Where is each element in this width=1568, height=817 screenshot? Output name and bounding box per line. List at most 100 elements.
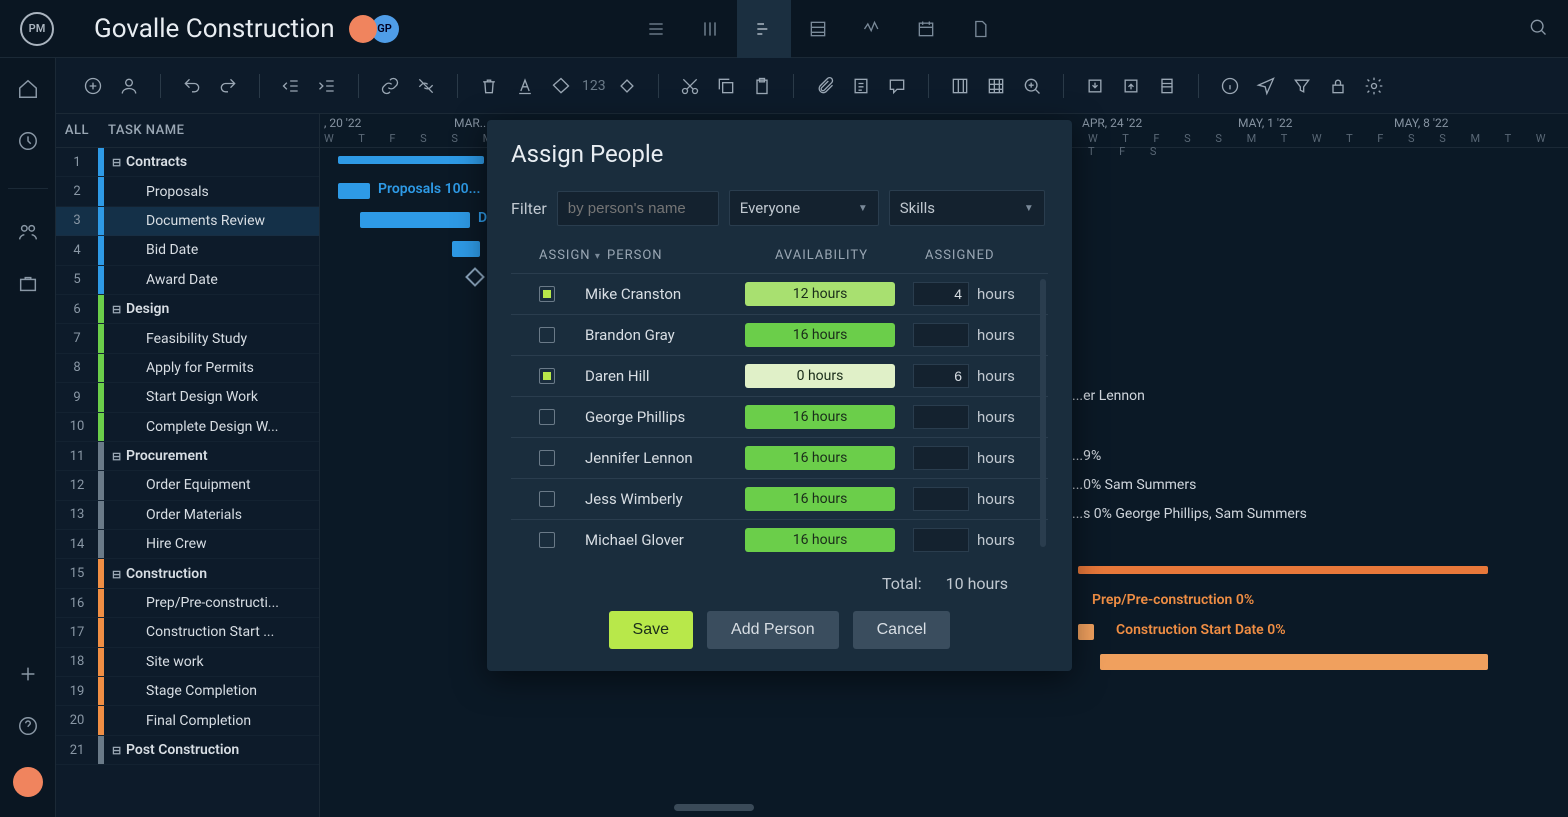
delete-icon[interactable] [474, 71, 504, 101]
collapse-icon[interactable]: ⊟ [112, 156, 124, 169]
col-assigned[interactable]: ASSIGNED [925, 248, 995, 263]
task-row[interactable]: 5Award Date [56, 266, 319, 295]
collapse-icon[interactable]: ⊟ [112, 450, 124, 463]
tag-icon[interactable] [546, 71, 576, 101]
send-icon[interactable] [1251, 71, 1281, 101]
link-icon[interactable] [375, 71, 405, 101]
print-icon[interactable] [1152, 71, 1182, 101]
task-row[interactable]: 1⊟Contracts [56, 148, 319, 177]
lock-icon[interactable] [1323, 71, 1353, 101]
task-row[interactable]: 17Construction Start ... [56, 618, 319, 647]
col-task-name[interactable]: TASK NAME [98, 123, 184, 138]
text-color-icon[interactable] [510, 71, 540, 101]
filter-icon[interactable] [1287, 71, 1317, 101]
view-dashboard-icon[interactable] [845, 0, 899, 58]
view-file-icon[interactable] [953, 0, 1007, 58]
export-icon[interactable] [1116, 71, 1146, 101]
filter-name-input[interactable] [557, 191, 719, 226]
project-members[interactable]: GP [355, 15, 399, 43]
cancel-button[interactable]: Cancel [853, 611, 951, 649]
task-row[interactable]: 16Prep/Pre-constructi... [56, 589, 319, 618]
milestone-icon[interactable] [612, 71, 642, 101]
assigned-hours-input[interactable] [913, 282, 969, 306]
undo-icon[interactable] [177, 71, 207, 101]
task-row[interactable]: 12Order Equipment [56, 471, 319, 500]
task-row[interactable]: 6⊟Design [56, 295, 319, 324]
task-row[interactable]: 21⊟Post Construction [56, 736, 319, 765]
user-avatar-icon[interactable] [13, 767, 43, 797]
info-icon[interactable] [1215, 71, 1245, 101]
assigned-hours-input[interactable] [913, 364, 969, 388]
view-gantt-icon[interactable] [737, 0, 791, 58]
global-search-icon[interactable] [1528, 17, 1548, 41]
task-row[interactable]: 13Order Materials [56, 501, 319, 530]
col-assign[interactable]: ASSIGN ▾ [539, 248, 607, 263]
comment-icon[interactable] [882, 71, 912, 101]
task-row[interactable]: 11⊟Procurement [56, 442, 319, 471]
collapse-icon[interactable]: ⊟ [112, 744, 124, 757]
scrollbar[interactable] [1040, 279, 1046, 547]
task-row[interactable]: 7Feasibility Study [56, 324, 319, 353]
import-icon[interactable] [1080, 71, 1110, 101]
gantt-bar-proposals[interactable] [338, 183, 370, 199]
unlink-icon[interactable] [411, 71, 441, 101]
collapse-icon[interactable]: ⊟ [112, 303, 124, 316]
attachment-icon[interactable] [810, 71, 840, 101]
task-row[interactable]: 15⊟Construction [56, 559, 319, 588]
help-icon[interactable] [17, 715, 39, 741]
view-calendar-icon[interactable] [899, 0, 953, 58]
filter-skills-select[interactable]: Skills ▼ [889, 190, 1045, 226]
grid-icon[interactable] [981, 71, 1011, 101]
filter-scope-select[interactable]: Everyone ▼ [729, 190, 879, 226]
task-row[interactable]: 8Apply for Permits [56, 354, 319, 383]
copy-icon[interactable] [711, 71, 741, 101]
col-person[interactable]: PERSON [607, 248, 775, 263]
recent-icon[interactable] [17, 130, 39, 156]
task-row[interactable]: 9Start Design Work [56, 383, 319, 412]
task-row[interactable]: 10Complete Design W... [56, 413, 319, 442]
paste-icon[interactable] [747, 71, 777, 101]
add-person-button[interactable]: Add Person [707, 611, 839, 649]
horizontal-scrollbar[interactable] [674, 804, 754, 811]
team-icon[interactable] [17, 221, 39, 247]
assign-checkbox[interactable] [539, 368, 555, 384]
assign-checkbox[interactable] [539, 450, 555, 466]
indent-icon[interactable] [312, 71, 342, 101]
view-board-icon[interactable] [683, 0, 737, 58]
task-row[interactable]: 18Site work [56, 648, 319, 677]
col-availability[interactable]: AVAILABILITY [775, 248, 925, 263]
assigned-hours-input[interactable] [913, 323, 969, 347]
gantt-bar-construction[interactable] [1078, 566, 1488, 574]
columns-icon[interactable] [945, 71, 975, 101]
milestone-diamond-icon[interactable] [465, 267, 485, 287]
assigned-hours-input[interactable] [913, 487, 969, 511]
assigned-hours-input[interactable] [913, 528, 969, 552]
assign-checkbox[interactable] [539, 532, 555, 548]
task-row[interactable]: 14Hire Crew [56, 530, 319, 559]
task-row[interactable]: 19Stage Completion [56, 677, 319, 706]
portfolio-icon[interactable] [17, 273, 39, 299]
add-icon[interactable] [17, 663, 39, 689]
zoom-icon[interactable] [1017, 71, 1047, 101]
gantt-bar-biddate[interactable] [452, 241, 480, 257]
save-button[interactable]: Save [609, 611, 693, 649]
notes-icon[interactable] [846, 71, 876, 101]
task-row[interactable]: 4Bid Date [56, 236, 319, 265]
app-logo[interactable]: PM [20, 12, 54, 46]
task-row[interactable]: 2Proposals [56, 177, 319, 206]
assign-checkbox[interactable] [539, 286, 555, 302]
task-row[interactable]: 3Documents Review [56, 207, 319, 236]
collapse-icon[interactable]: ⊟ [112, 568, 124, 581]
gantt-bar-documents[interactable] [360, 212, 470, 228]
task-row[interactable]: 20Final Completion [56, 706, 319, 735]
redo-icon[interactable] [213, 71, 243, 101]
view-list-icon[interactable] [629, 0, 683, 58]
gantt-bar-sitework[interactable] [1100, 654, 1488, 670]
cut-icon[interactable] [675, 71, 705, 101]
assigned-hours-input[interactable] [913, 446, 969, 470]
assign-checkbox[interactable] [539, 491, 555, 507]
assign-checkbox[interactable] [539, 327, 555, 343]
home-icon[interactable] [17, 78, 39, 104]
gantt-bar-contracts[interactable] [338, 156, 484, 164]
col-all[interactable]: ALL [56, 123, 98, 138]
